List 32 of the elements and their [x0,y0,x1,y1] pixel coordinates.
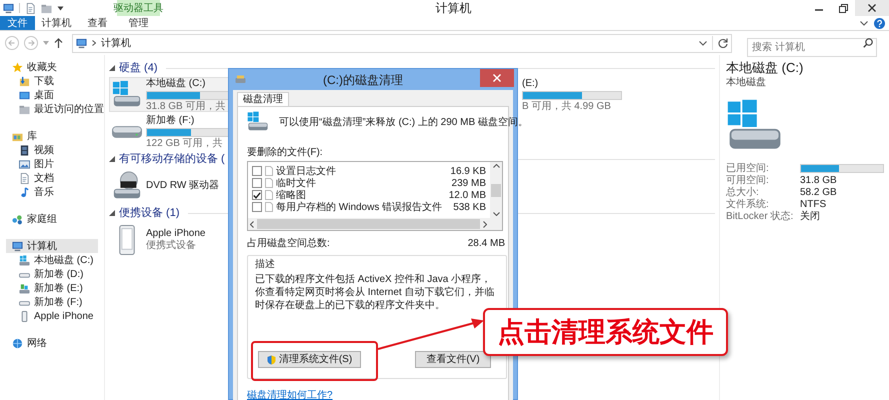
property-value: 58.2 GB [800,186,837,200]
property-label: BitLocker 状态: [726,210,794,224]
details-title: 本地磁盘 (C:) [726,60,804,76]
field-label: 占用磁盘空间总数: [247,236,330,251]
property-label: 文件系统: [726,198,770,212]
dialog-title: (C:)的磁盘清理 [323,72,403,88]
drive-label: (E:) [522,76,538,90]
drive-label: Apple iPhone [146,227,206,240]
property-value: NTFS [800,198,826,210]
address-path: 计算机 [101,36,131,50]
property-value: 关闭 [800,210,820,224]
capacity-text: 122 GB 可用，共 [146,138,223,150]
property-label: 可用空间: [726,174,770,186]
drive-label: 新加卷 (F:) [146,114,194,126]
window-title: 计算机 [436,0,472,17]
capacity-text: B 可用，共 4.99 GB [522,100,611,112]
device-type: 便携式设备 [146,240,196,252]
summary-text: 可以使用“磁盘清理”来释放 (C:) 上的 290 MB 磁盘空间。 [279,116,528,130]
property-label: 已用空间: [726,162,770,174]
group-header: 有可移动存储的设备 ( [119,152,225,167]
callout-label: 点击清理系统文件 [483,308,728,356]
capacity-text: 31.8 GB 可用，共 [146,100,226,112]
total-size: 28.4 MB [468,237,505,251]
group-header: 便携设备 (1) [119,206,180,221]
group-header: 硬盘 (4) [119,60,158,76]
property-label: 总大小: [726,186,760,198]
drive-label: 本地磁盘 (C:) [146,76,206,90]
group-title: 描述 [255,258,276,271]
field-label: 要删除的文件(F): [247,146,323,160]
drive-label: DVD RW 驱动器 [146,179,220,192]
property-value: 31.8 GB [800,174,837,188]
details-subtitle: 本地磁盘 [726,76,767,90]
